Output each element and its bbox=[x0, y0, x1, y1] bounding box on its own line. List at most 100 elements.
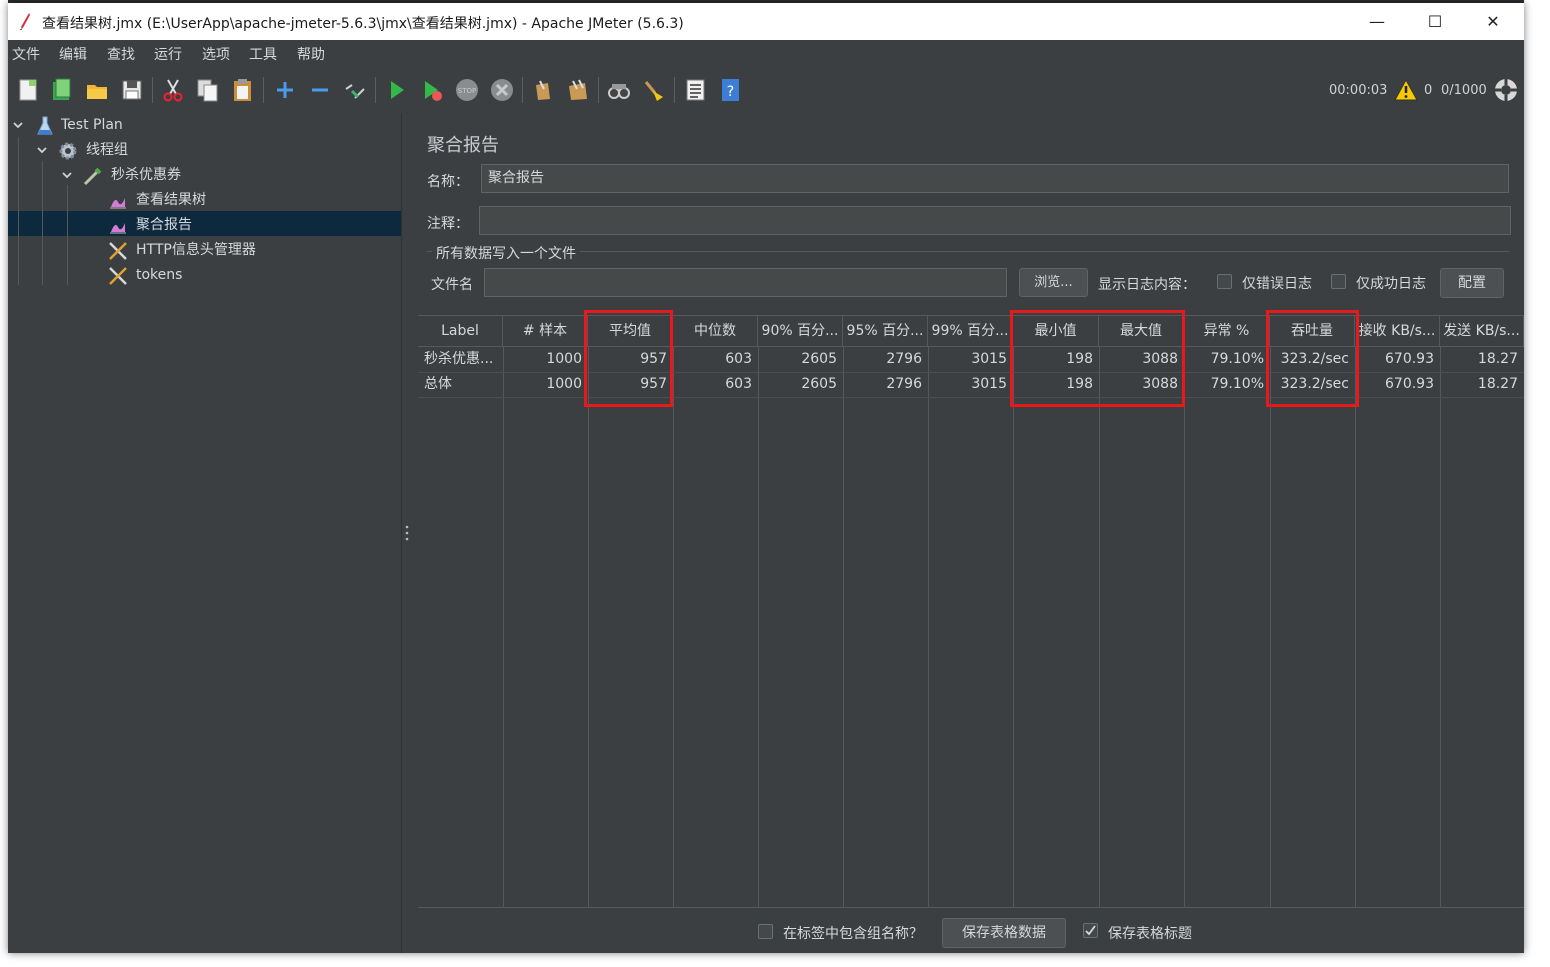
copy-icon[interactable] bbox=[195, 77, 221, 103]
table-cell[interactable]: 1000 bbox=[503, 347, 588, 372]
table-cell[interactable]: 603 bbox=[673, 372, 758, 397]
expand-icon[interactable] bbox=[272, 77, 298, 103]
column-header[interactable]: 异常 % bbox=[1184, 316, 1270, 347]
start-icon[interactable] bbox=[384, 77, 410, 103]
table-cell[interactable]: 2605 bbox=[758, 347, 843, 372]
shutdown-icon[interactable] bbox=[489, 77, 515, 103]
table-cell[interactable]: 79.10% bbox=[1184, 372, 1270, 397]
column-header[interactable]: 中位数 bbox=[673, 316, 758, 347]
jmeter-window: 查看结果树.jmx (E:\UserApp\apache-jmeter-5.6.… bbox=[8, 3, 1524, 953]
table-cell[interactable]: 2796 bbox=[843, 347, 928, 372]
column-header[interactable]: 95% 百分... bbox=[843, 316, 928, 347]
minimize-button[interactable]: — bbox=[1348, 3, 1406, 40]
clear-icon[interactable] bbox=[530, 77, 556, 103]
thread-count: 0/1000 bbox=[1441, 83, 1487, 98]
table-cell[interactable]: 1000 bbox=[503, 372, 588, 397]
save-header-label: 保存表格标题 bbox=[1108, 926, 1192, 942]
configure-button[interactable]: 配置 bbox=[1440, 268, 1504, 298]
table-cell[interactable]: 79.10% bbox=[1184, 347, 1270, 372]
templates-icon[interactable] bbox=[49, 77, 75, 103]
name-label: 名称： bbox=[427, 174, 469, 190]
success-only-label: 仅成功日志 bbox=[1356, 276, 1426, 292]
search-binoculars-icon[interactable] bbox=[606, 77, 632, 103]
filename-label: 文件名 bbox=[431, 277, 473, 293]
tree-item-test-plan[interactable]: Test Plan bbox=[61, 113, 123, 137]
reset-search-icon[interactable] bbox=[641, 77, 667, 103]
table-cell[interactable]: 2605 bbox=[758, 372, 843, 397]
table-cell[interactable]: 670.93 bbox=[1355, 347, 1440, 372]
table-cell[interactable]: 670.93 bbox=[1355, 372, 1440, 397]
column-header[interactable]: Label bbox=[418, 316, 503, 347]
table-cell[interactable]: 总体 bbox=[418, 372, 503, 397]
new-icon[interactable] bbox=[15, 77, 41, 103]
warning-count: 0 bbox=[1424, 83, 1433, 98]
toolbar: STOP ? 00:00:03 0 0/1000 bbox=[8, 67, 1524, 114]
menu-file[interactable]: 文件 bbox=[12, 44, 40, 64]
browse-button[interactable]: 浏览... bbox=[1019, 268, 1088, 297]
table-cell[interactable]: 18.27 bbox=[1440, 347, 1524, 372]
table-cell[interactable]: 2796 bbox=[843, 372, 928, 397]
column-header[interactable]: 发送 KB/s... bbox=[1440, 316, 1524, 347]
menu-edit[interactable]: 编辑 bbox=[59, 44, 87, 64]
log-content-label: 显示日志内容： bbox=[1098, 277, 1196, 293]
start-no-pause-icon[interactable] bbox=[419, 77, 445, 103]
title-bar: 查看结果树.jmx (E:\UserApp\apache-jmeter-5.6.… bbox=[8, 3, 1524, 40]
column-header[interactable]: # 样本 bbox=[503, 316, 588, 347]
menu-options[interactable]: 选项 bbox=[202, 44, 230, 64]
save-header-checkbox[interactable] bbox=[1083, 923, 1098, 938]
include-group-checkbox[interactable] bbox=[758, 924, 773, 939]
tree-item-seckill-coupon[interactable]: 秒杀优惠券 bbox=[111, 163, 181, 187]
table-cell[interactable]: 603 bbox=[673, 347, 758, 372]
elapsed-time: 00:00:03 bbox=[1329, 83, 1388, 98]
wrench-icon bbox=[109, 242, 127, 260]
window-title: 查看结果树.jmx (E:\UserApp\apache-jmeter-5.6.… bbox=[42, 16, 684, 32]
save-icon[interactable] bbox=[119, 77, 145, 103]
menu-help[interactable]: 帮助 bbox=[297, 44, 325, 64]
column-header[interactable]: 接收 KB/s... bbox=[1355, 316, 1440, 347]
chevron-down-icon[interactable] bbox=[61, 169, 73, 181]
errors-only-label: 仅错误日志 bbox=[1242, 276, 1312, 292]
maximize-button[interactable]: ☐ bbox=[1406, 3, 1464, 40]
include-group-label: 在标签中包含组名称？ bbox=[783, 926, 923, 942]
menu-run[interactable]: 运行 bbox=[154, 44, 182, 64]
menu-search[interactable]: 查找 bbox=[107, 44, 135, 64]
tree-item-view-results-tree[interactable]: 查看结果树 bbox=[136, 188, 206, 212]
warning-icon[interactable] bbox=[1394, 79, 1418, 101]
feather-icon bbox=[19, 13, 30, 30]
drag-handle-icon[interactable] bbox=[404, 523, 410, 543]
errors-only-checkbox[interactable] bbox=[1217, 274, 1232, 289]
close-button[interactable]: ✕ bbox=[1464, 3, 1522, 40]
tree-item-tokens[interactable]: tokens bbox=[136, 263, 182, 287]
tree-item-aggregate-report[interactable]: 聚合报告 bbox=[136, 213, 192, 237]
comment-field[interactable] bbox=[479, 206, 1511, 235]
table-cell[interactable]: 秒杀优惠... bbox=[418, 347, 503, 372]
tree-item-thread-group[interactable]: 线程组 bbox=[86, 138, 128, 162]
table-cell[interactable]: 18.27 bbox=[1440, 372, 1524, 397]
chart-icon bbox=[110, 223, 126, 234]
table-cell[interactable]: 3015 bbox=[928, 347, 1013, 372]
gear-icon bbox=[59, 142, 77, 160]
chevron-down-icon[interactable] bbox=[36, 144, 48, 156]
column-header[interactable]: 90% 百分... bbox=[758, 316, 843, 347]
tree-item-http-header-manager[interactable]: HTTP信息头管理器 bbox=[136, 238, 256, 262]
filename-field[interactable] bbox=[484, 268, 1007, 297]
clear-all-icon[interactable] bbox=[565, 77, 591, 103]
column-header[interactable]: 99% 百分... bbox=[928, 316, 1013, 347]
flask-icon bbox=[37, 116, 53, 135]
page-title: 聚合报告 bbox=[427, 135, 499, 156]
menu-tools[interactable]: 工具 bbox=[249, 44, 277, 64]
toggle-icon[interactable] bbox=[342, 77, 368, 103]
table-cell[interactable]: 3015 bbox=[928, 372, 1013, 397]
save-table-data-button[interactable]: 保存表格数据 bbox=[942, 918, 1066, 948]
name-field[interactable]: 聚合报告 bbox=[481, 164, 1509, 193]
paste-icon[interactable] bbox=[230, 77, 256, 103]
open-icon[interactable] bbox=[84, 77, 110, 103]
function-helper-icon[interactable] bbox=[682, 77, 708, 103]
collapse-icon[interactable] bbox=[307, 77, 333, 103]
success-only-checkbox[interactable] bbox=[1331, 274, 1346, 289]
stop-icon[interactable]: STOP bbox=[454, 77, 480, 103]
chevron-down-icon[interactable] bbox=[12, 119, 24, 131]
cut-icon[interactable] bbox=[160, 77, 186, 103]
help-icon[interactable]: ? bbox=[717, 77, 743, 103]
highlight-throughput bbox=[1266, 310, 1359, 407]
